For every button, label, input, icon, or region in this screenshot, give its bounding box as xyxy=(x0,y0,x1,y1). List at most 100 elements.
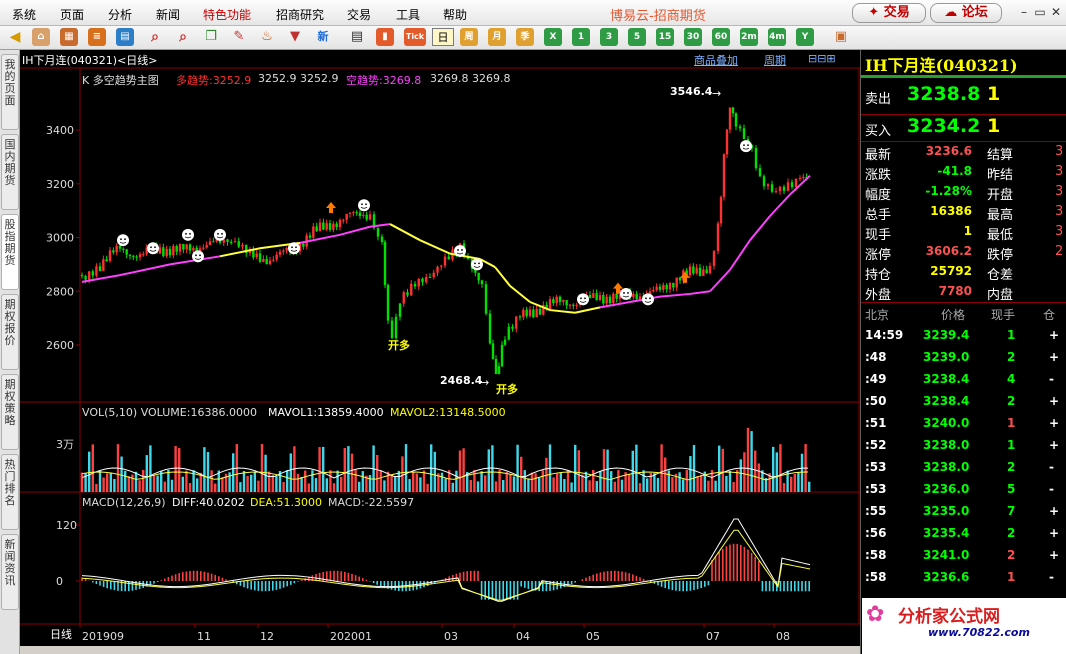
volume-bar xyxy=(682,479,685,492)
candle-body xyxy=(315,226,318,232)
period-5m-button[interactable]: 5 xyxy=(628,28,646,46)
zoom-out-icon[interactable]: ⌕ xyxy=(174,28,192,46)
tick-qty: 1 xyxy=(1007,570,1016,584)
tick-price: 3238.4 xyxy=(923,394,970,408)
close-icon[interactable]: ✕ xyxy=(1048,4,1064,20)
tab-index-futures[interactable]: 股指期货 xyxy=(1,214,19,290)
smiley-icon xyxy=(154,246,156,249)
candle-body xyxy=(380,236,384,242)
period-year-button[interactable]: Y xyxy=(796,28,814,46)
tick-price: 3235.4 xyxy=(923,526,970,540)
smiley-icon xyxy=(478,262,480,265)
stat-label: 内盘 xyxy=(987,288,1014,303)
restore-icon[interactable]: ▭ xyxy=(1032,4,1048,20)
tick-side: + xyxy=(1049,416,1060,430)
volume-bar xyxy=(656,478,660,492)
kline-chart[interactable]: 3400 3200 3000 2800 2600 120 0 201909 11 12 202001… xyxy=(20,50,860,646)
tab-option-strategy[interactable]: 期权策略 xyxy=(1,374,19,450)
menu-help[interactable]: 帮助 xyxy=(443,6,467,23)
stat-label: 现手 xyxy=(865,228,892,243)
volume-bar xyxy=(390,474,393,492)
tab-option-quotes[interactable]: 期权报价 xyxy=(1,294,19,370)
period-link[interactable]: 周期 xyxy=(764,52,786,68)
candle-body xyxy=(555,296,558,304)
period-60m-button[interactable]: 60 xyxy=(712,28,730,46)
nav-arrows-icon[interactable]: ⊟⊟⊞ xyxy=(808,52,836,65)
candle-body xyxy=(342,219,345,221)
menu-news[interactable]: 新闻 xyxy=(156,6,180,23)
tab-news[interactable]: 新闻资讯 xyxy=(1,534,19,610)
overlay-link[interactable]: 商品叠加 xyxy=(694,52,738,68)
trend-line xyxy=(389,223,421,242)
candle-body xyxy=(511,326,514,329)
menu-tools[interactable]: 工具 xyxy=(396,6,420,23)
ask-label: 卖出 xyxy=(865,92,892,107)
layers-icon[interactable]: ❐ xyxy=(202,28,220,46)
volume-bar xyxy=(523,470,526,492)
window-icon[interactable]: ▤ xyxy=(116,28,134,46)
volume-bar xyxy=(556,473,559,492)
settings-icon[interactable]: ▣ xyxy=(832,28,850,46)
menu-research[interactable]: 招商研究 xyxy=(276,6,324,23)
smiley-icon xyxy=(117,234,129,247)
back-arrow-icon[interactable]: ◀ xyxy=(6,28,24,46)
smiley-icon xyxy=(195,254,197,257)
zoom-in-icon[interactable]: ⌕ xyxy=(146,28,164,46)
period-3m-button[interactable]: 3 xyxy=(600,28,618,46)
candle-body xyxy=(477,272,480,281)
period-30m-button[interactable]: 30 xyxy=(684,28,702,46)
low-price-annotation: 2468.4 xyxy=(440,374,483,387)
open-long-signal-1: 开多 xyxy=(388,339,410,352)
menu-features[interactable]: 特色功能 xyxy=(203,6,251,23)
tab-my-page[interactable]: 我的页面 xyxy=(1,54,19,130)
period-1m-button[interactable]: 1 xyxy=(572,28,590,46)
period-quarter-button[interactable]: 季 xyxy=(516,28,534,46)
tick-button[interactable]: Tick xyxy=(404,28,426,46)
volume-bar xyxy=(156,475,159,492)
home-icon[interactable]: ⌂ xyxy=(32,28,50,46)
candle-body xyxy=(794,178,798,188)
period-week-button[interactable]: 周 xyxy=(460,28,478,46)
trend-line xyxy=(494,266,511,287)
menu-analysis[interactable]: 分析 xyxy=(108,6,132,23)
tab-domestic-futures[interactable]: 国内期货 xyxy=(1,134,19,210)
minimize-icon[interactable]: – xyxy=(1016,4,1032,20)
bottom-mode-label[interactable]: 日线 xyxy=(50,626,72,642)
volume-bar xyxy=(376,454,379,492)
candle-body xyxy=(635,293,638,300)
volume-bar xyxy=(595,481,598,492)
smiley-icon xyxy=(584,297,586,300)
period-15m-button[interactable]: 15 xyxy=(656,28,674,46)
period-x-button[interactable]: X xyxy=(544,28,562,46)
table-icon[interactable]: ▤ xyxy=(348,28,366,46)
draw-pen-icon[interactable]: ✎ xyxy=(230,28,248,46)
tick-qty: 1 xyxy=(1007,438,1016,452)
period-day-button[interactable]: 日 xyxy=(432,28,454,46)
grid-icon[interactable]: ▦ xyxy=(60,28,78,46)
filter-icon[interactable]: ▼ xyxy=(286,28,304,46)
forum-button[interactable]: ☁ 论坛 xyxy=(930,3,1002,23)
period-month-button[interactable]: 月 xyxy=(488,28,506,46)
quote-panel: IH下月连(040321) 卖出 3238.8 1 买入 3234.2 1 最新… xyxy=(860,50,1066,654)
smiley-icon xyxy=(217,232,219,235)
volume-bar xyxy=(289,453,292,492)
stat-value: 16386 xyxy=(930,204,972,218)
period-2h-button[interactable]: 2m xyxy=(740,28,758,46)
period-4h-button[interactable]: 4m xyxy=(768,28,786,46)
quote-list-icon[interactable]: ≡ xyxy=(88,28,106,46)
volume-bar xyxy=(667,470,670,492)
tab-hot-ranking[interactable]: 热门排名 xyxy=(1,454,19,530)
volume-bar xyxy=(732,482,735,492)
menu-trade[interactable]: 交易 xyxy=(347,6,371,23)
volume-bar xyxy=(422,470,426,492)
candle-body xyxy=(91,271,94,276)
new-icon[interactable]: 新 xyxy=(314,28,332,46)
alarm-bell-icon[interactable]: ♨ xyxy=(258,28,276,46)
volume-bar xyxy=(304,470,307,492)
kline-icon[interactable]: ▮ xyxy=(376,28,394,46)
menu-system[interactable]: 系统 xyxy=(12,6,36,23)
menu-page[interactable]: 页面 xyxy=(60,6,84,23)
smiley-icon xyxy=(580,297,582,300)
trade-button[interactable]: ✦ 交易 xyxy=(852,3,926,23)
candle-body xyxy=(282,250,285,252)
